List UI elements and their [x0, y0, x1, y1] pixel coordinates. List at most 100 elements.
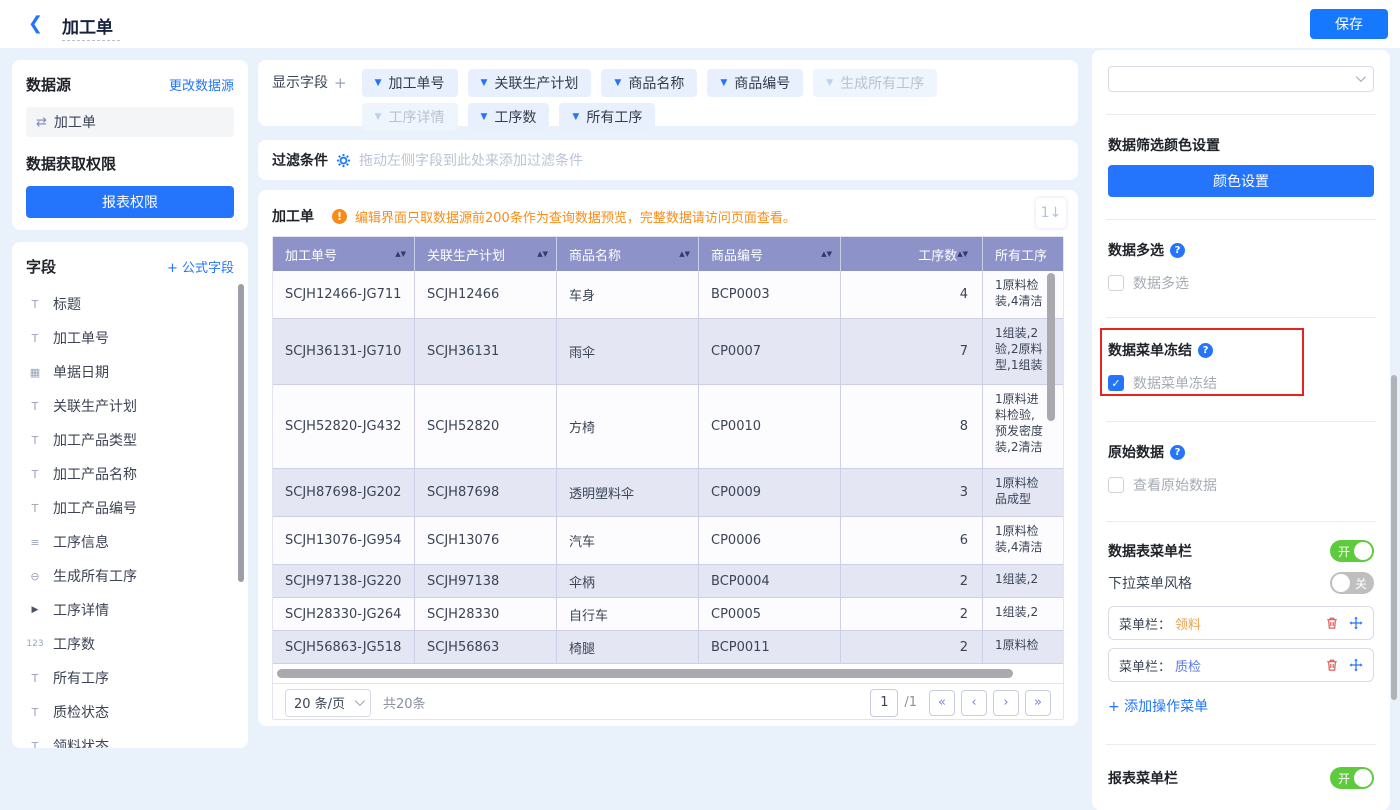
permission-title: 数据获取权限 [26, 153, 234, 174]
next-page-button[interactable]: › [993, 690, 1019, 716]
cell-procs: 1原料检 装,4清洁 [983, 517, 1063, 565]
multi-select-checkbox-label: 数据多选 [1133, 273, 1189, 293]
page-scrollbar[interactable] [1391, 375, 1397, 700]
cell-count: 2 [841, 598, 983, 631]
field-item-proc-detail[interactable]: ▶工序详情 [26, 593, 234, 627]
help-icon[interactable]: ? [1198, 343, 1213, 358]
table-row: SCJH28330-JG264 SCJH28330 自行车 CP0005 2 1… [273, 598, 1063, 631]
color-setting-button[interactable]: 颜色设置 [1108, 165, 1374, 197]
datasource-item[interactable]: ⇄ 加工单 [26, 107, 234, 137]
column-header-proc-count[interactable]: 工序数▲▼ [841, 237, 983, 271]
divider [1106, 421, 1376, 422]
change-datasource-link[interactable]: 更改数据源 [169, 75, 234, 94]
field-item-pick-status[interactable]: T领料状态 [26, 729, 234, 748]
checkbox-checked-icon[interactable]: ✓ [1108, 375, 1124, 391]
datasource-title: 数据源 [26, 74, 71, 95]
fields-scrollbar[interactable] [238, 284, 244, 582]
tag-all-procs[interactable]: ▼所有工序 [559, 103, 655, 131]
sort-arrows-icon[interactable]: ▲▼ [679, 252, 690, 257]
caret-down-icon: ▼ [720, 78, 727, 88]
cell-plan: SCJH56863 [415, 631, 557, 664]
sort-arrows-icon[interactable]: ▲▼ [537, 252, 548, 257]
move-icon[interactable] [1349, 658, 1363, 672]
column-header-all-procs[interactable]: 所有工序 [983, 237, 1063, 271]
page-size-select[interactable]: 20 条/页 [285, 689, 371, 717]
add-formula-field-link[interactable]: + 公式字段 [167, 257, 234, 276]
title-icon: T [26, 298, 44, 311]
checkbox-unchecked-icon[interactable] [1108, 477, 1124, 493]
menu-item-picking[interactable]: 菜单栏： 领料 [1108, 606, 1374, 640]
field-item-order-no[interactable]: T加工单号 [26, 321, 234, 355]
report-permission-button[interactable]: 报表权限 [26, 186, 234, 218]
tag-label: 商品名称 [628, 73, 684, 93]
first-page-button[interactable]: « [929, 690, 955, 716]
menubar-toggle-on[interactable]: 开 [1330, 540, 1374, 562]
field-label: 生成所有工序 [53, 566, 137, 586]
link-icon: ⇄ [36, 115, 47, 130]
field-item-date[interactable]: ▦单据日期 [26, 355, 234, 389]
field-item-gen-procs[interactable]: ⊖生成所有工序 [26, 559, 234, 593]
dropdown-style-toggle-off[interactable]: 关 [1330, 572, 1374, 594]
cell-plan: SCJH28330 [415, 598, 557, 631]
field-label: 所有工序 [53, 668, 109, 688]
cell-product: 透明塑料伞 [557, 469, 699, 517]
current-page-input[interactable]: 1 [870, 689, 898, 717]
column-label: 商品编号 [711, 245, 763, 264]
tag-proc-detail[interactable]: ▼工序详情 [362, 103, 458, 131]
column-header-product-code[interactable]: 商品编号 ▲▼ [699, 237, 841, 271]
tag-label: 生成所有工序 [840, 73, 924, 93]
field-item-product-code[interactable]: T加工产品编号 [26, 491, 234, 525]
save-button[interactable]: 保存 [1310, 9, 1388, 39]
tag-order-no[interactable]: ▼加工单号 [362, 69, 458, 97]
column-label: 所有工序 [995, 245, 1047, 264]
field-item-product-type[interactable]: T加工产品类型 [26, 423, 234, 457]
last-page-button[interactable]: » [1025, 690, 1051, 716]
field-item-qc-status[interactable]: T质检状态 [26, 695, 234, 729]
field-item-all-procs[interactable]: T所有工序 [26, 661, 234, 695]
table-vertical-scrollbar[interactable] [1047, 273, 1055, 421]
filter-panel: 过滤条件 拖动左侧字段到此处来添加过滤条件 [258, 140, 1078, 180]
menu-item-qc[interactable]: 菜单栏： 质检 [1108, 648, 1374, 682]
cell-product: 汽车 [557, 517, 699, 565]
cell-code: BCP0011 [699, 631, 841, 664]
field-item-plan[interactable]: T关联生产计划 [26, 389, 234, 423]
toggle-knob [1354, 769, 1372, 787]
tag-label: 关联生产计划 [494, 73, 578, 93]
tag-proc-count[interactable]: ▼工序数 [468, 103, 550, 131]
trash-icon[interactable] [1325, 658, 1339, 672]
column-label: 关联生产计划 [427, 245, 505, 264]
field-item-product-name[interactable]: T加工产品名称 [26, 457, 234, 491]
column-header-plan[interactable]: 关联生产计划 ▲▼ [415, 237, 557, 271]
cell-code: CP0006 [699, 517, 841, 565]
table-row: SCJH52820-JG432 SCJH52820 方椅 CP0010 8 1原… [273, 385, 1063, 469]
checkbox-unchecked-icon[interactable] [1108, 275, 1124, 291]
raw-data-checkbox-row[interactable]: 查看原始数据 [1108, 475, 1374, 495]
field-item-proc-info[interactable]: ≡工序信息 [26, 525, 234, 559]
sort-arrows-icon[interactable]: ▲▼ [957, 252, 968, 257]
settings-dropdown[interactable] [1108, 66, 1374, 92]
column-header-product-name[interactable]: 商品名称▲▼ [557, 237, 699, 271]
sort-arrows-icon[interactable]: ▲▼ [395, 252, 406, 257]
sort-order-tool[interactable]: 1↓ [1036, 198, 1066, 228]
tag-plan[interactable]: ▼关联生产计划 [468, 69, 592, 97]
tag-gen-procs[interactable]: ▼生成所有工序 [813, 69, 937, 97]
menu-freeze-checkbox-row[interactable]: ✓ 数据菜单冻结 [1108, 373, 1374, 393]
help-icon[interactable]: ? [1170, 445, 1185, 460]
help-icon[interactable]: ? [1170, 243, 1185, 258]
table-horizontal-scrollbar[interactable] [277, 669, 1013, 678]
field-item-proc-count[interactable]: 123工序数 [26, 627, 234, 661]
sort-arrows-icon[interactable]: ▲▼ [821, 252, 832, 257]
gear-icon[interactable] [336, 153, 351, 168]
tag-product-code[interactable]: ▼商品编号 [707, 69, 803, 97]
report-menubar-toggle-on[interactable]: 开 [1330, 767, 1374, 789]
column-header-order-no[interactable]: 加工单号▲▼ [273, 237, 415, 271]
add-action-menu-link[interactable]: + 添加操作菜单 [1108, 696, 1374, 716]
trash-icon[interactable] [1325, 616, 1339, 630]
add-display-field-icon[interactable]: + [334, 68, 347, 118]
field-item-title[interactable]: T标题 [26, 287, 234, 321]
multi-select-checkbox-row[interactable]: 数据多选 [1108, 273, 1374, 293]
back-icon[interactable]: ❮ [28, 13, 43, 34]
move-icon[interactable] [1349, 616, 1363, 630]
tag-product-name[interactable]: ▼商品名称 [601, 69, 697, 97]
prev-page-button[interactable]: ‹ [961, 690, 987, 716]
